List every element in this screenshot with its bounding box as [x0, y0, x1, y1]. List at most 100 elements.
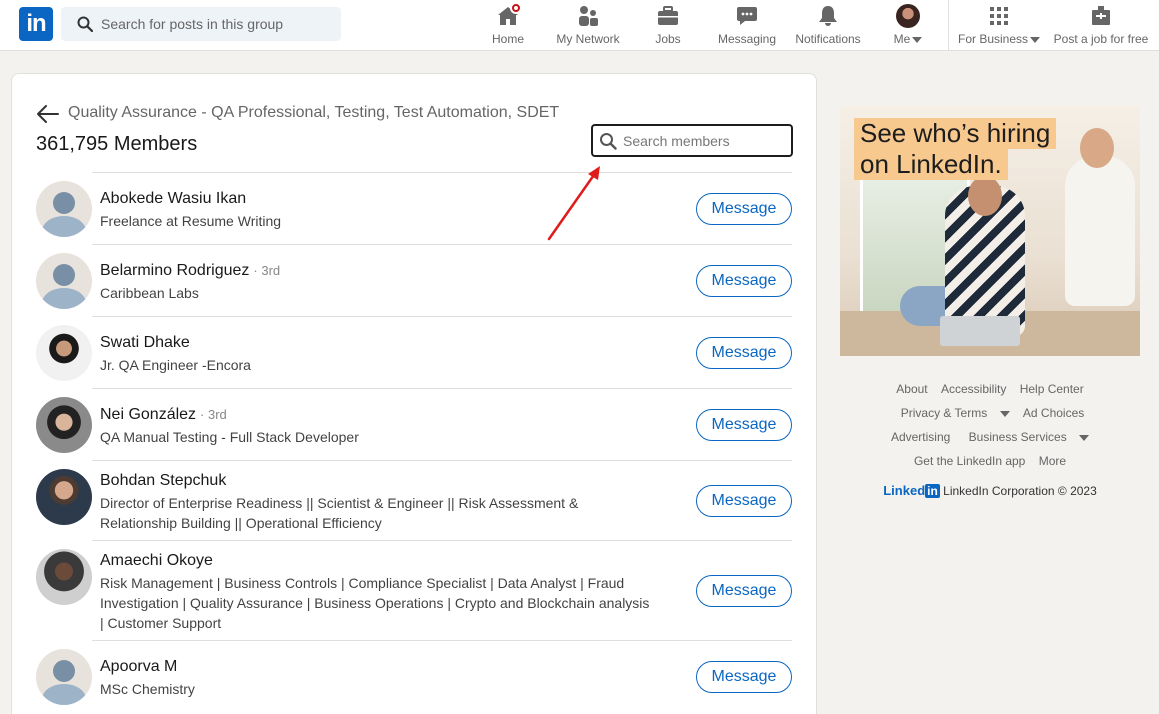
nav-messaging-label: Messaging: [717, 32, 777, 46]
nav-home-label: Home: [491, 32, 524, 46]
copyright-text: LinkedIn Corporation © 2023: [943, 484, 1097, 498]
message-button[interactable]: Message: [696, 337, 792, 369]
top-navigation: in Home My Network Jobs Messaging: [0, 0, 1159, 51]
footer-link-ad-choices[interactable]: Ad Choices: [1023, 406, 1084, 420]
chevron-down-icon: [912, 36, 923, 43]
nav-my-network[interactable]: My Network: [553, 4, 623, 48]
list-item: Bohdan Stepchuk Director of Enterprise R…: [36, 460, 792, 540]
footer-link-business-services[interactable]: Business Services: [969, 430, 1067, 444]
me-avatar: [896, 4, 920, 28]
avatar[interactable]: [36, 549, 92, 605]
global-search-input[interactable]: [101, 7, 331, 41]
ad-person: [1065, 156, 1135, 306]
hiring-ad[interactable]: See who’s hiring on LinkedIn.: [840, 106, 1140, 356]
avatar[interactable]: [36, 469, 92, 525]
ad-person-head: [1080, 128, 1114, 168]
linkedin-wordmark: Linked in: [883, 483, 940, 498]
list-item: Abokede Wasiu Ikan Freelance at Resume W…: [36, 172, 792, 244]
list-item: Belarmino Rodriguez · 3rd Caribbean Labs …: [36, 244, 792, 316]
footer-link-more[interactable]: More: [1039, 454, 1066, 468]
member-headline: Director of Enterprise Readiness || Scie…: [100, 495, 579, 531]
member-count: 361,795 Members: [36, 133, 198, 155]
footer-link-help-center[interactable]: Help Center: [1020, 382, 1084, 396]
message-button[interactable]: Message: [696, 409, 792, 441]
member-search[interactable]: [591, 124, 793, 157]
member-name[interactable]: Swati Dhake: [100, 334, 190, 351]
member-headline: QA Manual Testing - Full Stack Developer: [100, 429, 359, 445]
member-name[interactable]: Apoorva M: [100, 658, 177, 675]
ad-headline: See who’s hiring on LinkedIn.: [854, 118, 1057, 180]
my-network-icon: [576, 4, 600, 28]
back-arrow-icon[interactable]: [36, 104, 60, 124]
copyright: Linked in LinkedIn Corporation © 2023: [840, 483, 1140, 498]
member-name[interactable]: Bohdan Stepchuk: [100, 472, 226, 489]
footer-link-accessibility[interactable]: Accessibility: [941, 382, 1006, 396]
notifications-icon: [816, 4, 840, 28]
notification-badge: [510, 2, 522, 14]
list-item: Apoorva M MSc Chemistry Message: [36, 640, 792, 712]
member-search-input[interactable]: [623, 126, 783, 155]
member-headline: Risk Management | Business Controls | Co…: [100, 575, 650, 631]
member-headline: Caribbean Labs: [100, 285, 199, 301]
message-button[interactable]: Message: [696, 575, 792, 607]
avatar[interactable]: [36, 325, 92, 381]
nav-notifications[interactable]: Notifications: [792, 4, 864, 48]
messaging-icon: [735, 4, 759, 28]
list-item: Amaechi Okoye Risk Management | Business…: [36, 540, 792, 640]
post-job-icon: [1089, 4, 1113, 28]
message-button[interactable]: Message: [696, 193, 792, 225]
jobs-icon: [656, 4, 680, 28]
connection-degree: · 3rd: [253, 263, 281, 278]
footer-links: About Accessibility Help Center Privacy …: [840, 377, 1140, 473]
search-icon: [600, 133, 617, 150]
chevron-down-icon: [1030, 36, 1041, 43]
ad-headline-line1: See who’s hiring: [854, 118, 1057, 149]
nav-for-business-label: For Business: [957, 32, 1029, 46]
member-name[interactable]: Nei González: [100, 406, 196, 423]
member-headline: MSc Chemistry: [100, 681, 195, 697]
nav-my-network-label: My Network: [556, 32, 620, 46]
nav-messaging[interactable]: Messaging: [716, 4, 778, 48]
brand-word: Linked: [883, 483, 926, 498]
list-item: Nei González · 3rd QA Manual Testing - Fu…: [36, 388, 792, 460]
member-name[interactable]: Belarmino Rodriguez: [100, 262, 249, 279]
avatar[interactable]: [36, 253, 92, 309]
footer-link-advertising[interactable]: Advertising: [891, 430, 950, 444]
nav-for-business[interactable]: For Business: [957, 4, 1041, 48]
nav-jobs-label: Jobs: [655, 32, 681, 46]
list-item: Swati Dhake Jr. QA Engineer -Encora Mess…: [36, 316, 792, 388]
group-title[interactable]: Quality Assurance - QA Professional, Tes…: [68, 104, 559, 122]
avatar[interactable]: [36, 649, 92, 705]
nav-post-job[interactable]: Post a job for free: [1052, 4, 1150, 48]
brand-in: in: [925, 484, 940, 498]
nav-notifications-label: Notifications: [795, 32, 861, 46]
footer-link-get-app[interactable]: Get the LinkedIn app: [914, 454, 1025, 468]
ad-person-head: [968, 176, 1002, 216]
chevron-down-icon: [999, 410, 1010, 417]
nav-me[interactable]: Me: [886, 4, 930, 48]
grid-icon: [987, 4, 1011, 28]
members-card: Quality Assurance - QA Professional, Tes…: [11, 73, 817, 714]
message-button[interactable]: Message: [696, 265, 792, 297]
ad-laptop: [940, 316, 1020, 346]
chevron-down-icon: [1079, 434, 1090, 441]
linkedin-logo[interactable]: in: [19, 7, 53, 41]
footer-link-privacy-terms[interactable]: Privacy & Terms: [901, 406, 987, 420]
avatar[interactable]: [36, 181, 92, 237]
global-search[interactable]: [61, 7, 341, 41]
home-icon: [496, 2, 522, 28]
annotation-arrow: [547, 166, 600, 241]
avatar[interactable]: [36, 397, 92, 453]
member-name[interactable]: Amaechi Okoye: [100, 552, 213, 569]
nav-jobs[interactable]: Jobs: [647, 4, 689, 48]
member-name[interactable]: Abokede Wasiu Ikan: [100, 190, 246, 207]
nav-me-label: Me: [893, 32, 911, 46]
ad-headline-line2: on LinkedIn.: [854, 149, 1008, 180]
message-button[interactable]: Message: [696, 661, 792, 693]
nav-home[interactable]: Home: [485, 2, 531, 48]
message-button[interactable]: Message: [696, 485, 792, 517]
footer-link-about[interactable]: About: [896, 382, 927, 396]
nav-post-job-label: Post a job for free: [1053, 32, 1149, 46]
member-list: Abokede Wasiu Ikan Freelance at Resume W…: [36, 172, 792, 712]
member-headline: Jr. QA Engineer -Encora: [100, 357, 251, 373]
